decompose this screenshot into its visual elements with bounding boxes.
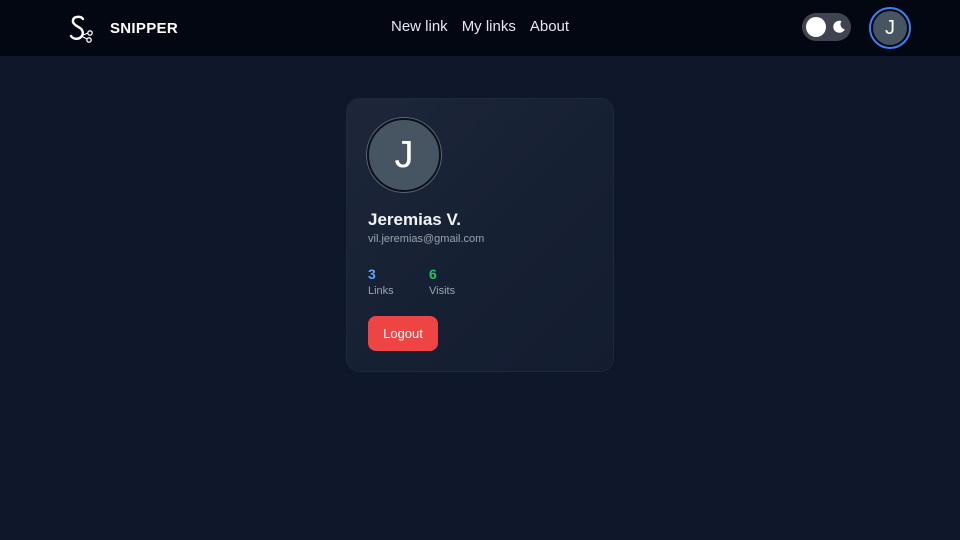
links-count: 3	[368, 266, 376, 282]
top-navbar: SNIPPER New link My links About J	[0, 0, 960, 56]
links-label: Links	[368, 285, 394, 297]
avatar-initial: J	[873, 11, 907, 45]
visits-stat: 6 Visits	[429, 265, 455, 297]
nav-about[interactable]: About	[530, 18, 569, 35]
links-stat: 3 Links	[368, 265, 394, 297]
logout-button[interactable]: Logout	[368, 316, 438, 351]
user-email: vil.jeremias@gmail.com	[368, 233, 485, 245]
main-nav: New link My links About	[391, 18, 569, 35]
visits-label: Visits	[429, 285, 456, 297]
visits-count: 6	[429, 266, 437, 282]
nav-my-links[interactable]: My links	[462, 18, 516, 35]
user-name: Jeremias V.	[368, 210, 461, 229]
user-avatar-button[interactable]: J	[869, 7, 911, 49]
toggle-knob	[806, 17, 826, 37]
brand-home-link[interactable]: SNIPPER	[64, 12, 178, 44]
profile-avatar: J	[367, 118, 441, 192]
moon-icon	[833, 20, 845, 33]
profile-card: J Jeremias V. vil.jeremias@gmail.com 3 L…	[346, 98, 614, 372]
theme-toggle[interactable]	[802, 13, 851, 41]
nav-new-link[interactable]: New link	[391, 18, 448, 35]
brand-name: SNIPPER	[110, 19, 178, 37]
scissors-s-logo-icon	[69, 15, 93, 43]
